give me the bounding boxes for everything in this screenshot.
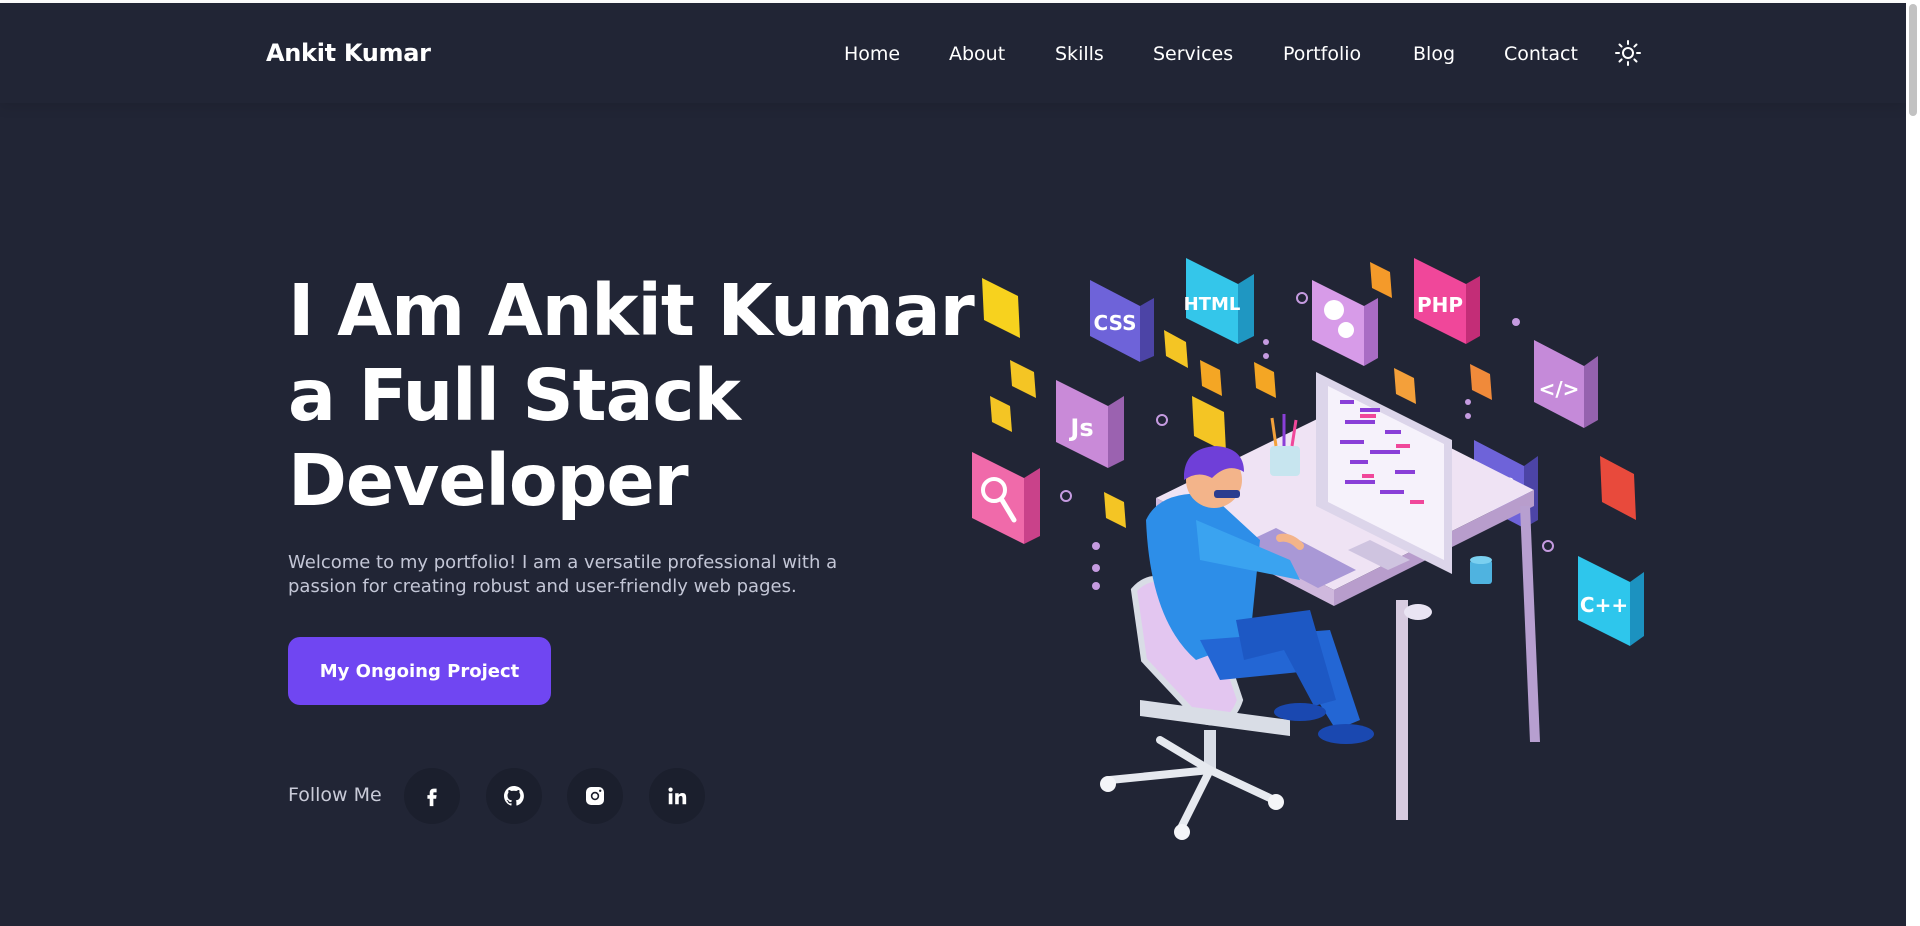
code-tile: </> xyxy=(1534,340,1598,428)
svg-text:HTML: HTML xyxy=(1184,294,1241,315)
nav-contact[interactable]: Contact xyxy=(1504,43,1578,65)
hero-title-line-3: Developer xyxy=(288,439,689,522)
floating-square xyxy=(1394,368,1416,404)
facebook-link[interactable] xyxy=(404,768,460,824)
js-tile: Js xyxy=(1056,380,1124,468)
mouse xyxy=(1404,604,1432,620)
svg-text:CSS: CSS xyxy=(1094,311,1137,335)
linkedin-icon xyxy=(668,787,687,805)
hero-title-line-1: I Am Ankit Kumar xyxy=(288,269,975,352)
floating-square xyxy=(1164,330,1188,368)
magnifier-tile xyxy=(972,452,1040,544)
nav-skills[interactable]: Skills xyxy=(1055,43,1104,65)
floating-square xyxy=(1192,396,1226,452)
svg-text:</>: </> xyxy=(1539,377,1580,401)
sun-icon xyxy=(1615,40,1641,66)
gear-tile xyxy=(1312,280,1378,366)
hero-title: I Am Ankit Kumar a Full Stack Developer xyxy=(288,268,975,523)
css-tile: CSS xyxy=(1090,280,1154,362)
nav-blog[interactable]: Blog xyxy=(1413,43,1455,65)
hero-description: Welcome to my portfolio! I am a versatil… xyxy=(288,552,838,597)
floating-square xyxy=(1600,456,1636,520)
follow-me-label: Follow Me xyxy=(288,784,382,806)
github-icon xyxy=(504,786,524,806)
floating-square xyxy=(1104,492,1126,528)
floating-square xyxy=(1470,364,1492,400)
theme-toggle-button[interactable] xyxy=(1614,39,1642,67)
site-header: Ankit Kumar Home About Skills Services P… xyxy=(0,3,1906,103)
nav-services[interactable]: Services xyxy=(1153,43,1233,65)
floating-square xyxy=(990,396,1012,432)
hero-title-line-2: a Full Stack xyxy=(288,354,741,437)
scrollbar-track[interactable] xyxy=(1906,0,1920,926)
nav-home[interactable]: Home xyxy=(844,43,900,65)
instagram-icon xyxy=(586,787,604,805)
svg-text:PHP: PHP xyxy=(1417,293,1463,317)
linkedin-link[interactable] xyxy=(649,768,705,824)
cpp-tile: C++ xyxy=(1578,556,1644,646)
instagram-link[interactable] xyxy=(567,768,623,824)
floating-square xyxy=(1254,362,1276,398)
floating-square xyxy=(1010,360,1036,398)
github-link[interactable] xyxy=(486,768,542,824)
svg-text:C++: C++ xyxy=(1580,593,1628,617)
floating-square xyxy=(1200,360,1222,396)
ongoing-project-button[interactable]: My Ongoing Project xyxy=(288,637,551,705)
php-tile: PHP xyxy=(1414,258,1480,344)
floating-square xyxy=(1370,262,1392,298)
svg-text:Js: Js xyxy=(1068,414,1093,442)
coffee-mug xyxy=(1470,556,1492,584)
html-tile: HTML xyxy=(1184,258,1254,344)
brand-logo[interactable]: Ankit Kumar xyxy=(266,39,431,67)
nav-portfolio[interactable]: Portfolio xyxy=(1283,43,1361,65)
nav-about[interactable]: About xyxy=(949,43,1005,65)
floating-square xyxy=(982,278,1020,338)
developer-illustration: CSS HTML PHP Js </> { } C++ xyxy=(972,258,1644,840)
scrollbar-thumb[interactable] xyxy=(1909,4,1917,116)
facebook-icon xyxy=(427,788,437,807)
